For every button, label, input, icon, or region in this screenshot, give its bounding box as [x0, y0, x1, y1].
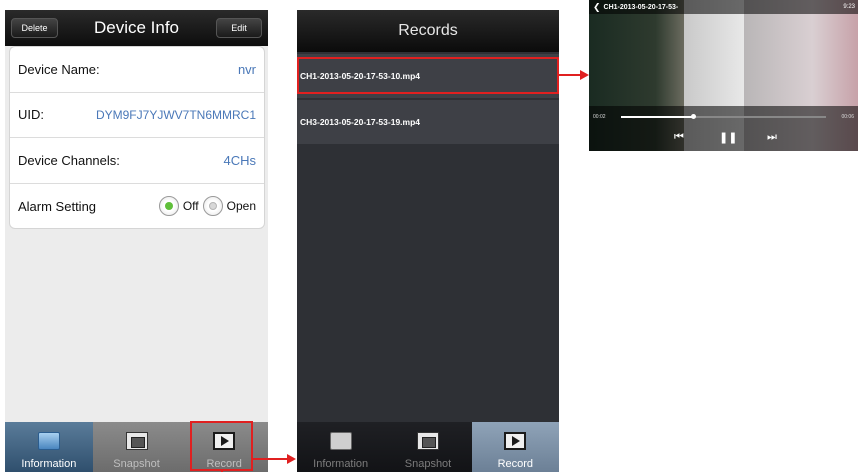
next-icon[interactable]: ⏭ — [767, 131, 777, 144]
arrow-line — [559, 74, 581, 76]
information-icon — [329, 432, 352, 450]
tab-information[interactable]: Information — [5, 422, 93, 472]
arrow-head-icon — [287, 454, 296, 464]
edit-button[interactable]: Edit — [216, 18, 262, 38]
alarm-open-radio[interactable] — [202, 196, 223, 217]
tab-bar: Information Snapshot Record — [297, 422, 559, 472]
status-time: 9:23 — [843, 4, 855, 10]
tab-label: Record — [497, 458, 534, 470]
device-name-value: nvr — [237, 61, 256, 77]
previous-icon[interactable]: ⏮ — [674, 131, 684, 144]
radio-unselected-icon — [208, 202, 217, 211]
record-icon — [504, 432, 527, 450]
device-channels-value: 4CHs — [223, 152, 256, 168]
records-header: Records — [297, 10, 559, 52]
tab-label: Snapshot — [113, 458, 160, 470]
information-icon — [37, 432, 60, 450]
alarm-setting-label: Alarm Setting — [18, 198, 97, 214]
page-title: Records — [398, 22, 458, 39]
device-name-label: Device Name: — [18, 61, 100, 77]
seek-bar-thumb[interactable] — [690, 114, 696, 119]
device-info-card: Device Name: nvr UID: DYM9FJ7YJWV7TN6MMR… — [9, 46, 265, 229]
player-controls: 00:02 00:06 ⏮ ❚❚ ⏭ — [589, 106, 858, 151]
arrow-head-icon — [580, 70, 589, 80]
tab-label: Snapshot — [404, 458, 452, 470]
tab-information[interactable]: Information — [297, 422, 385, 472]
device-channels-row: Device Channels: 4CHs — [10, 138, 264, 184]
alarm-open-label: Open — [226, 199, 256, 214]
device-info-header: Delete Device Info Edit — [5, 10, 268, 46]
alarm-options: Off Open — [158, 196, 256, 217]
delete-button[interactable]: Delete — [11, 18, 58, 38]
back-icon[interactable]: ❮ — [589, 2, 601, 13]
alarm-off-label: Off — [182, 199, 199, 214]
tab-snapshot[interactable]: Snapshot — [92, 422, 181, 472]
tab-record[interactable]: Record — [471, 422, 559, 472]
arrow-line — [253, 458, 287, 460]
uid-label: UID: — [18, 107, 44, 123]
tab-label: Information — [21, 458, 77, 470]
uid-value: DYM9FJ7YJWV7TN6MMRC1 — [95, 107, 256, 122]
pause-icon[interactable]: ❚❚ — [719, 131, 737, 144]
record-item-highlight — [297, 57, 559, 94]
player-top-bar: ❮ CH1-2013-05-20-17-53- 9:23 — [589, 0, 858, 14]
tab-snapshot[interactable]: Snapshot — [384, 422, 472, 472]
player-title: CH1-2013-05-20-17-53- — [603, 3, 679, 11]
device-name-row: Device Name: nvr — [10, 47, 264, 93]
device-info-screen: Delete Device Info Edit Device Name: nvr… — [5, 10, 268, 472]
page-title: Device Info — [93, 18, 180, 37]
device-channels-label: Device Channels: — [18, 152, 120, 168]
alarm-setting-row: Alarm Setting Off Open — [10, 184, 264, 229]
seek-bar[interactable] — [621, 114, 826, 119]
tab-label: Information — [313, 458, 369, 470]
video-player-screen: ❮ CH1-2013-05-20-17-53- 9:23 00:02 00:06… — [589, 0, 858, 151]
radio-selected-icon — [164, 202, 173, 211]
seek-bar-fill — [621, 116, 693, 118]
record-tab-highlight — [190, 421, 253, 471]
end-time: 00:06 — [841, 114, 854, 120]
uid-row: UID: DYM9FJ7YJWV7TN6MMRC1 — [10, 93, 264, 138]
list-item[interactable]: CH3-2013-05-20-17-53-19.mp4 — [297, 100, 559, 144]
alarm-off-radio[interactable] — [158, 196, 179, 217]
current-time: 00:02 — [593, 114, 606, 120]
snapshot-icon — [125, 432, 148, 450]
snapshot-icon — [416, 432, 439, 450]
